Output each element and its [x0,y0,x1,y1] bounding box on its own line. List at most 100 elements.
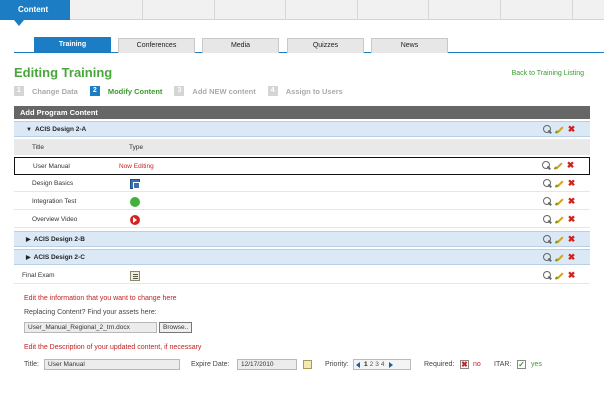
step-number: 4 [267,86,278,96]
exam-icon [130,271,140,281]
view-icon[interactable] [543,253,552,262]
expire-date-label: Expire Date: [191,361,230,368]
tab-training[interactable]: Training [34,37,111,53]
top-nav: Content [0,0,604,26]
panel-header: Add Program Content [14,106,590,119]
top-nav-divider [285,0,286,20]
step-number: 3 [174,86,185,96]
file-path-field[interactable]: User_Manual_Regional_2_trn.docx [24,322,157,333]
view-icon[interactable] [543,271,552,280]
sub-tabs: Training Conferences Media Quizzes News [0,36,604,53]
caret-right-icon[interactable]: ▶ [26,237,31,243]
itar-checkbox[interactable]: ✓ [517,360,526,369]
column-title: Title [32,143,45,151]
group-label: ACIS Design 2-A [34,125,87,133]
item-title: Integration Test [32,198,77,205]
edit-icon[interactable] [555,197,564,206]
browse-button[interactable]: Browse.. [159,322,193,333]
delete-icon[interactable]: ✖ [566,161,575,170]
calendar-icon[interactable] [303,360,312,369]
row-actions: ✖ [543,179,576,188]
arrow-left-icon[interactable] [356,361,360,368]
top-nav-divider [142,0,143,20]
delete-icon[interactable]: ✖ [567,179,576,188]
edit-icon[interactable] [555,253,564,262]
tab-news[interactable]: News [371,38,448,53]
priority-value-4[interactable]: 4 [381,361,385,368]
view-icon[interactable] [543,197,552,206]
view-icon[interactable] [543,179,552,188]
itar-value: yes [531,361,542,368]
page-title: Editing Training [14,65,113,80]
edit-icon[interactable] [555,271,564,280]
content-row-user-manual[interactable]: User Manual Now Editing ✖ [14,157,590,175]
priority-value-3[interactable]: 3 [375,361,379,368]
step-label: Add NEW content [192,86,256,96]
priority-value-2[interactable]: 2 [370,361,374,368]
back-to-training-link[interactable]: Back to Training Listing [512,70,584,77]
content-row-overview-video[interactable]: Overview Video ✖ [14,212,590,228]
required-value: no [473,361,481,368]
step-label: Assign to Users [285,86,343,96]
group-row-acis-2b[interactable]: ▶ ACIS Design 2-B ✖ [14,231,590,247]
view-icon[interactable] [542,161,551,170]
tab-media[interactable]: Media [202,38,279,53]
delete-icon[interactable]: ✖ [567,271,576,280]
group-title: ▶ ACIS Design 2-C [26,254,85,261]
title-input[interactable]: User Manual [44,359,180,370]
edit-description-note: Edit the Description of your updated con… [24,344,202,351]
top-nav-divider [357,0,358,20]
group-label: ACIS Design 2-B [33,235,85,243]
item-title: Final Exam [22,272,55,279]
priority-label: Priority: [325,361,349,368]
item-title: User Manual [33,162,70,170]
edit-icon[interactable] [555,215,564,224]
group-row-acis-2a[interactable]: ▼ ACIS Design 2-A ✖ [14,121,590,137]
content-row-final-exam[interactable]: Final Exam ✖ [14,268,590,284]
required-checkbox[interactable]: ✖ [460,360,469,369]
required-label: Required: [424,361,455,368]
expire-date-input[interactable]: 12/17/2010 [237,359,297,370]
delete-icon[interactable]: ✖ [567,253,576,262]
delete-icon[interactable]: ✖ [567,235,576,244]
view-icon[interactable] [543,235,552,244]
group-title: ▼ ACIS Design 2-A [26,126,86,133]
edit-icon[interactable] [555,235,564,244]
column-header-row: Title Type [14,139,590,155]
content-row-design-basics[interactable]: Design Basics ✖ [14,176,590,192]
delete-icon[interactable]: ✖ [567,125,576,134]
priority-value-1[interactable]: 1 [364,361,368,368]
step-change-data[interactable]: 1 Change Data [14,86,78,96]
view-icon[interactable] [543,215,552,224]
arrow-right-icon[interactable] [388,361,393,368]
top-nav-divider [428,0,429,20]
column-type: Type [129,143,144,151]
edit-icon[interactable] [555,179,564,188]
content-row-integration-test[interactable]: Integration Test ✖ [14,194,590,210]
view-icon[interactable] [543,125,552,134]
row-actions: ✖ [543,215,576,224]
row-actions: ✖ [543,125,576,134]
delete-icon[interactable]: ✖ [567,215,576,224]
delete-icon[interactable]: ✖ [567,197,576,206]
item-title: Design Basics [32,180,74,187]
step-add-new-content[interactable]: 3 Add NEW content [174,86,256,96]
step-modify-content[interactable]: 2 Modify Content [89,86,163,96]
now-editing-status: Now Editing [119,162,154,170]
step-assign-users[interactable]: 4 Assign to Users [267,86,343,96]
edit-icon[interactable] [555,125,564,134]
row-actions: ✖ [543,271,576,280]
step-label: Modify Content [107,86,163,96]
tab-quizzes[interactable]: Quizzes [287,38,364,53]
top-nav-divider [214,0,215,20]
caret-down-icon[interactable]: ▼ [26,127,32,133]
edit-icon[interactable] [554,161,563,170]
top-tab-content[interactable]: Content [0,0,70,26]
edit-info-note: Edit the information that you want to ch… [24,295,177,302]
priority-stepper[interactable]: 1 2 3 4 [353,359,411,370]
tab-conferences[interactable]: Conferences [118,38,195,53]
caret-right-icon[interactable]: ▶ [26,255,31,261]
itar-label: ITAR: [494,361,512,368]
chat-icon [130,197,140,207]
group-row-acis-2c[interactable]: ▶ ACIS Design 2-C ✖ [14,249,590,265]
